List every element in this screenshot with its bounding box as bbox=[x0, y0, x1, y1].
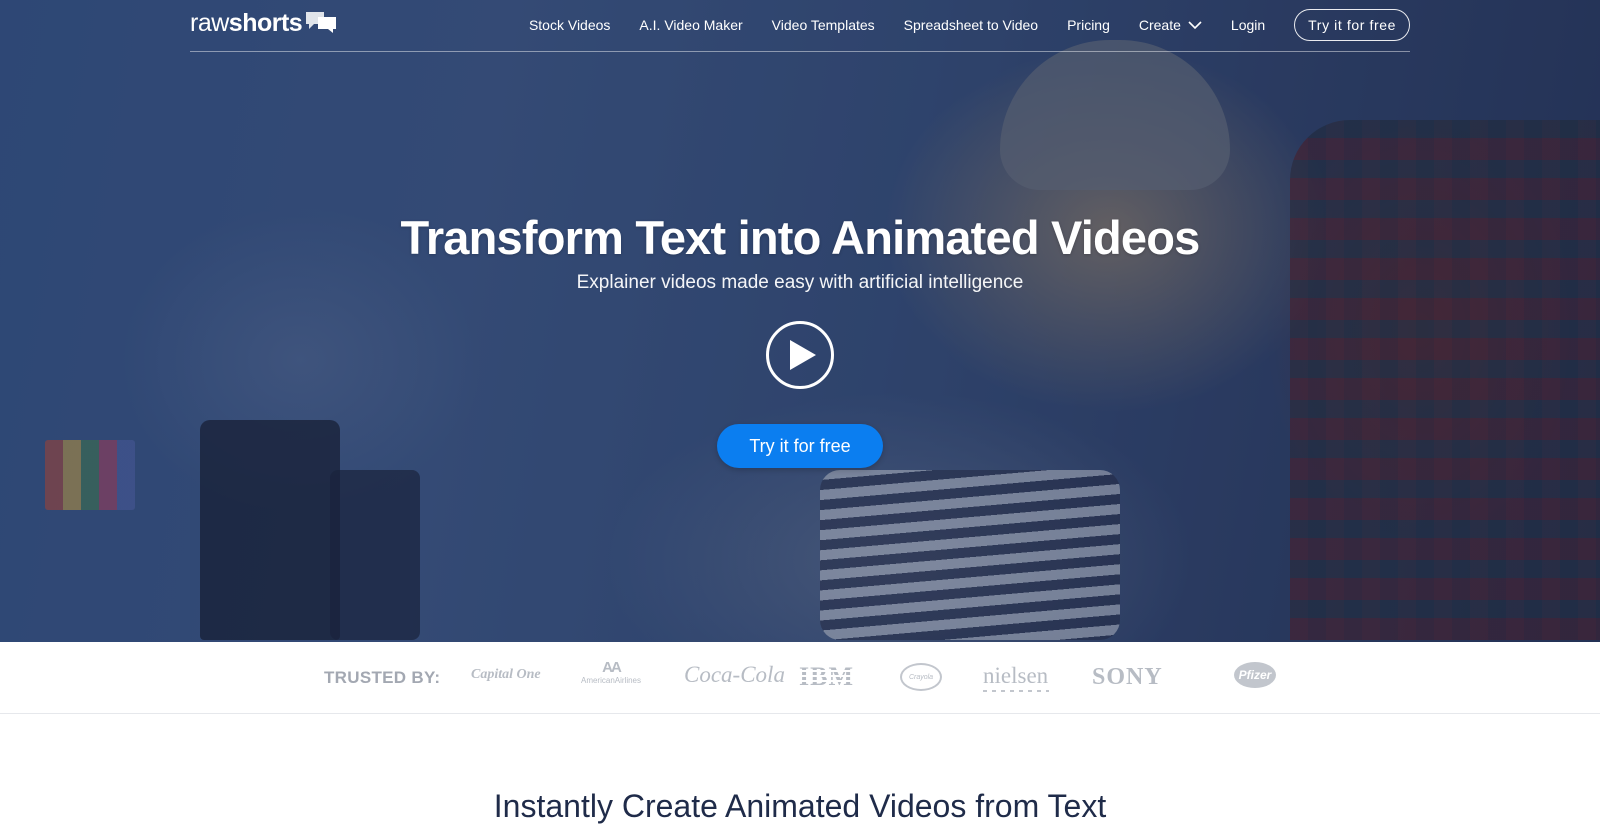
rawshorts-logo[interactable]: raw shorts bbox=[190, 9, 338, 38]
nielsen-dots-decoration bbox=[983, 690, 1049, 692]
american-airlines-wordmark: AmericanAirlines bbox=[580, 676, 642, 685]
pfizer-logo: Pfizer bbox=[1234, 662, 1276, 688]
play-icon bbox=[790, 340, 816, 370]
american-airlines-logo: AA AmericanAirlines bbox=[578, 660, 644, 686]
hero-section: raw shorts Stock Videos A.I. Video Maker… bbox=[0, 0, 1600, 642]
nav-create-dropdown[interactable]: Create bbox=[1139, 17, 1202, 33]
hero-try-free-button[interactable]: Try it for free bbox=[717, 424, 883, 468]
section-title: Instantly Create Animated Videos from Te… bbox=[493, 788, 1107, 824]
nav-create-label: Create bbox=[1138, 17, 1181, 33]
sony-logo: SONY bbox=[1092, 664, 1163, 690]
nav-spreadsheet-to-video[interactable]: Spreadsheet to Video bbox=[904, 17, 1038, 33]
hero-subtitle: Explainer videos made easy with artifici… bbox=[576, 272, 1024, 293]
logo-text-shorts: shorts bbox=[228, 9, 303, 37]
nav-login[interactable]: Login bbox=[1231, 17, 1265, 33]
trusted-by-label: TRUSTED BY: bbox=[324, 668, 441, 687]
top-navigation: raw shorts Stock Videos A.I. Video Maker… bbox=[190, 0, 1410, 52]
trusted-by-strip: TRUSTED BY: Capital One AA AmericanAirli… bbox=[0, 642, 1600, 714]
capital-one-logo: Capital One bbox=[471, 667, 541, 682]
logo-text-raw: raw bbox=[190, 9, 229, 37]
play-video-button[interactable] bbox=[766, 321, 834, 389]
coca-cola-logo: Coca-Cola bbox=[684, 662, 785, 687]
speech-bubbles-icon bbox=[306, 12, 337, 33]
chevron-down-icon bbox=[1188, 20, 1202, 29]
nav-ai-video-maker[interactable]: A.I. Video Maker bbox=[639, 17, 742, 33]
ibm-logo: IBM bbox=[799, 662, 854, 691]
hero-title: Transform Text into Animated Videos bbox=[400, 211, 1201, 264]
nav-links: Stock Videos A.I. Video Maker Video Temp… bbox=[529, 9, 1410, 41]
nav-try-free-button[interactable]: Try it for free bbox=[1294, 9, 1410, 41]
american-airlines-mark-icon: AA bbox=[602, 659, 622, 676]
nav-pricing[interactable]: Pricing bbox=[1067, 17, 1110, 33]
roundel-logo: Crayola bbox=[900, 663, 942, 691]
nav-video-templates[interactable]: Video Templates bbox=[772, 17, 875, 33]
nielsen-logo: nielsen bbox=[983, 663, 1049, 688]
nav-stock-videos[interactable]: Stock Videos bbox=[529, 17, 610, 33]
